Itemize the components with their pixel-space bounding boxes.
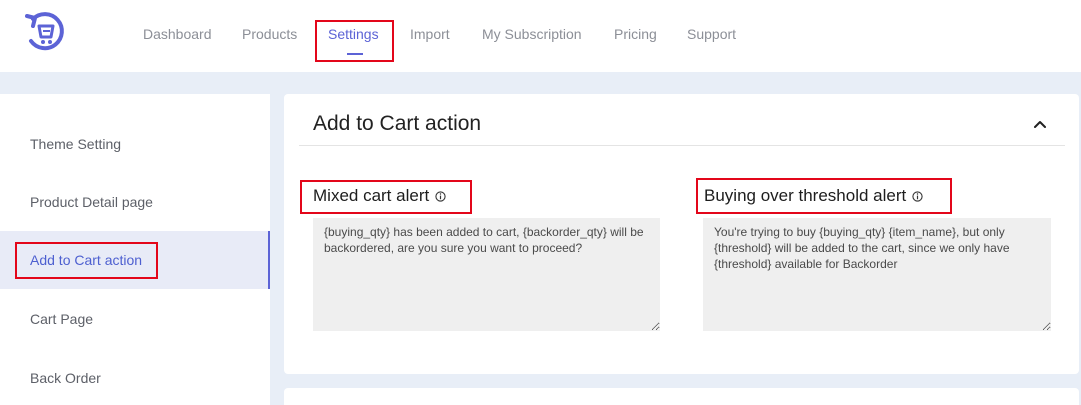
sidebar-item-cart-page[interactable]: Cart Page: [0, 290, 270, 348]
nav-dashboard[interactable]: Dashboard: [143, 26, 212, 42]
sidebar-item-back-order[interactable]: Back Order: [0, 349, 270, 405]
highlight-box-add-to-cart: [15, 242, 158, 279]
next-settings-card: [284, 388, 1079, 405]
add-to-cart-settings-card: Add to Cart action Mixed cart alert Buyi…: [284, 94, 1079, 374]
mixed-cart-alert-textarea[interactable]: {buying_qty} has been added to cart, {ba…: [313, 218, 660, 331]
highlight-box-mixed-cart: [300, 180, 472, 214]
nav-import[interactable]: Import: [410, 26, 450, 42]
chevron-up-icon[interactable]: [1031, 116, 1049, 134]
cart-return-logo-icon[interactable]: [23, 10, 69, 56]
nav-pricing[interactable]: Pricing: [614, 26, 657, 42]
sidebar-item-theme-setting[interactable]: Theme Setting: [0, 115, 270, 173]
nav-my-subscription[interactable]: My Subscription: [482, 26, 582, 42]
highlight-box-settings: [315, 20, 394, 62]
sidebar-item-product-detail-page[interactable]: Product Detail page: [0, 173, 270, 231]
section-title: Add to Cart action: [313, 112, 482, 135]
highlight-box-threshold: [696, 178, 952, 214]
threshold-alert-textarea[interactable]: You're trying to buy {buying_qty} {item_…: [703, 218, 1051, 331]
nav-products[interactable]: Products: [242, 26, 297, 42]
nav-support[interactable]: Support: [687, 26, 736, 42]
top-header: Dashboard Products Settings Import My Su…: [0, 0, 1081, 72]
section-divider: [299, 145, 1065, 146]
settings-sidebar: Theme Setting Product Detail page Add to…: [0, 94, 270, 405]
